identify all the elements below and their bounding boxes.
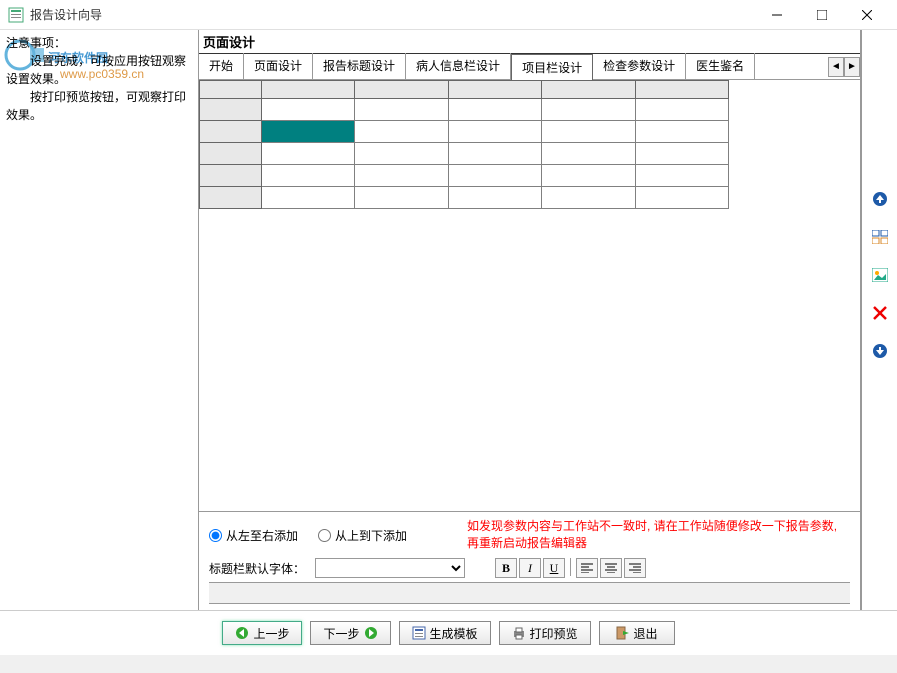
section-title: 页面设计 <box>199 30 860 54</box>
separator <box>570 558 571 576</box>
col-header-4[interactable] <box>542 81 636 99</box>
grid-cell[interactable] <box>200 99 262 121</box>
grid-cell[interactable] <box>355 143 449 165</box>
grid-cell[interactable] <box>542 187 636 209</box>
minimize-button[interactable] <box>754 1 799 29</box>
maximize-button[interactable] <box>799 1 844 29</box>
toolbar-separator <box>209 582 850 604</box>
editor-area[interactable] <box>199 80 860 511</box>
tab-scroll-right[interactable]: ► <box>844 57 860 77</box>
grid-cell[interactable] <box>355 187 449 209</box>
tab-6[interactable]: 医生鉴名 <box>686 53 755 80</box>
button-bar: 上一步 下一步 生成模板 打印预览 退出 <box>0 610 897 655</box>
grid-cell[interactable] <box>262 143 355 165</box>
format-toolbar: B I U <box>495 558 646 578</box>
image-button[interactable] <box>871 266 889 284</box>
tab-0[interactable]: 开始 <box>199 53 244 80</box>
font-select[interactable] <box>315 558 465 578</box>
tab-5[interactable]: 检查参数设计 <box>593 53 686 80</box>
font-label: 标题栏默认字体： <box>209 560 305 577</box>
radio-ttb-input[interactable] <box>318 529 331 542</box>
align-left-button[interactable] <box>576 558 598 578</box>
close-button[interactable] <box>844 1 889 29</box>
grid-cell[interactable] <box>542 99 636 121</box>
tab-4[interactable]: 项目栏设计 <box>511 54 593 80</box>
grid-cell[interactable] <box>200 187 262 209</box>
content-area: 页面设计 开始页面设计报告标题设计病人信息栏设计项目栏设计检查参数设计医生鉴名 … <box>198 30 861 610</box>
prev-button[interactable]: 上一步 <box>222 621 302 645</box>
warning-text: 如发现参数内容与工作站不一致时, 请在工作站随便修改一下报告参数, 再重新启动报… <box>467 518 850 552</box>
col-header-3[interactable] <box>449 81 542 99</box>
radio-ltr-input[interactable] <box>209 529 222 542</box>
bottom-panel: 从左至右添加 从上到下添加 如发现参数内容与工作站不一致时, 请在工作站随便修改… <box>199 511 860 610</box>
generate-template-button[interactable]: 生成模板 <box>399 621 491 645</box>
grid-cell[interactable] <box>262 165 355 187</box>
col-header-1[interactable] <box>262 81 355 99</box>
col-header-0[interactable] <box>200 81 262 99</box>
grid-cell[interactable] <box>636 121 729 143</box>
grid-cell[interactable] <box>355 99 449 121</box>
grid-cell[interactable] <box>200 165 262 187</box>
print-preview-button[interactable]: 打印预览 <box>499 621 591 645</box>
grid-cell[interactable] <box>636 187 729 209</box>
col-header-2[interactable] <box>355 81 449 99</box>
col-header-5[interactable] <box>636 81 729 99</box>
grid-cell[interactable] <box>449 165 542 187</box>
delete-button[interactable] <box>871 304 889 322</box>
window-title: 报告设计向导 <box>30 6 754 23</box>
app-icon <box>8 7 24 23</box>
grid-cell[interactable] <box>200 143 262 165</box>
tab-2[interactable]: 报告标题设计 <box>313 53 406 80</box>
move-down-button[interactable] <box>871 342 889 360</box>
split-button[interactable] <box>871 228 889 246</box>
underline-button[interactable]: U <box>543 558 565 578</box>
grid-cell[interactable] <box>449 99 542 121</box>
grid-cell[interactable] <box>542 121 636 143</box>
right-toolbar <box>861 30 897 610</box>
sidebar: 河东软件园 www.pc0359.cn 注意事项： 设置完成，可按应用按钮观察设… <box>0 30 198 610</box>
exit-button[interactable]: 退出 <box>599 621 675 645</box>
grid-cell[interactable] <box>636 99 729 121</box>
tab-scroll-left[interactable]: ◄ <box>828 57 844 77</box>
grid-cell[interactable] <box>449 187 542 209</box>
grid-cell[interactable] <box>542 165 636 187</box>
italic-button[interactable]: I <box>519 558 541 578</box>
grid-cell[interactable] <box>449 121 542 143</box>
next-button[interactable]: 下一步 <box>310 621 390 645</box>
tab-3[interactable]: 病人信息栏设计 <box>406 53 511 80</box>
grid-cell[interactable] <box>355 165 449 187</box>
grid-cell[interactable] <box>636 143 729 165</box>
grid-cell[interactable] <box>262 99 355 121</box>
grid-cell[interactable] <box>636 165 729 187</box>
sidebar-text: 注意事项： 设置完成，可按应用按钮观察设置效果。 按打印预览按钮，可观察打印效果… <box>6 34 192 124</box>
grid-cell[interactable] <box>355 121 449 143</box>
grid-cell[interactable] <box>262 121 355 143</box>
align-center-button[interactable] <box>600 558 622 578</box>
bold-button[interactable]: B <box>495 558 517 578</box>
design-grid[interactable] <box>199 80 729 209</box>
move-up-button[interactable] <box>871 190 889 208</box>
radio-top-to-bottom[interactable]: 从上到下添加 <box>318 527 407 544</box>
grid-cell[interactable] <box>200 121 262 143</box>
tab-1[interactable]: 页面设计 <box>244 53 313 80</box>
radio-left-to-right[interactable]: 从左至右添加 <box>209 527 298 544</box>
grid-cell[interactable] <box>542 143 636 165</box>
grid-cell[interactable] <box>449 143 542 165</box>
titlebar: 报告设计向导 <box>0 0 897 30</box>
tab-bar: 开始页面设计报告标题设计病人信息栏设计项目栏设计检查参数设计医生鉴名 ◄ ► <box>199 54 860 80</box>
align-right-button[interactable] <box>624 558 646 578</box>
grid-cell[interactable] <box>262 187 355 209</box>
